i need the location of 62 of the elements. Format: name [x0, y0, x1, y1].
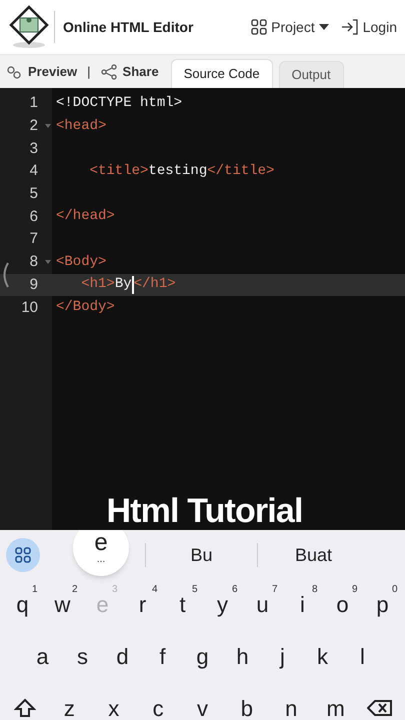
keyboard-key[interactable]: i 8	[282, 580, 322, 628]
key-preview-letter: e	[94, 531, 108, 555]
keyboard-key[interactable]: a	[22, 632, 62, 680]
keyboard-key[interactable]: c	[138, 684, 178, 720]
line-number: 4	[30, 162, 38, 180]
keyboard-key[interactable]: k	[302, 632, 342, 680]
keyboard-key[interactable]: t 5	[162, 580, 202, 628]
editor-tab[interactable]: Source Code	[170, 59, 273, 88]
keyboard-key[interactable]: h	[222, 632, 262, 680]
line-number: 2	[30, 117, 38, 134]
share-icon	[100, 64, 117, 80]
keyboard-key[interactable]: f	[142, 632, 182, 680]
keyboard-key[interactable]: v	[182, 684, 222, 720]
line-number: 10	[21, 298, 38, 316]
editor-tab[interactable]: Output	[278, 61, 344, 88]
grid-icon	[15, 547, 31, 563]
more-dots: ...	[96, 555, 106, 565]
keyboard-key[interactable]: m	[316, 684, 356, 720]
keyboard-key[interactable]: n	[271, 684, 312, 720]
login-button[interactable]: Login	[340, 16, 397, 38]
video-caption: Html Tutorial	[105, 494, 303, 528]
code-line: </Body>	[56, 298, 115, 318]
keyboard-key[interactable]: s	[62, 632, 102, 680]
code-line: </head>	[56, 207, 115, 226]
keyboard-key[interactable]: g	[182, 632, 222, 680]
code-line: <h1>By</h1>	[80, 274, 176, 296]
code-line: <title>testing</title>	[88, 162, 274, 181]
keyboard-key[interactable]: r 4	[122, 580, 162, 628]
line-number: 5	[30, 185, 38, 202]
word-suggestion[interactable]: Buat	[258, 542, 369, 568]
line-number: 1	[30, 94, 38, 112]
code-line: <Body>	[56, 252, 106, 272]
backspace-icon	[367, 699, 393, 717]
line-number: 8	[30, 253, 38, 270]
share-button[interactable]: Share	[100, 62, 159, 82]
line-number: 3	[30, 140, 38, 157]
word-suggestion[interactable]: Bu	[146, 542, 257, 568]
line-number: 7	[30, 230, 38, 248]
line-number: 6	[30, 208, 38, 225]
keyboard-key[interactable]: z	[49, 684, 90, 720]
login-icon	[340, 19, 359, 35]
gears-icon	[6, 64, 22, 78]
toolbar-separator: |	[87, 62, 91, 81]
code-editor[interactable]: 1 <!DOCTYPE html> 2 <head> 3 4 <title>testing</title> 5 6 </head> 7 8 <Body> 9 <h1>By</h1> 10 </Body> Html Tutorial	[0, 88, 405, 530]
code-line: <head>	[56, 116, 106, 136]
fold-arrow-icon[interactable]	[45, 124, 51, 128]
app-title: Online HTML Editor	[63, 18, 194, 36]
keyboard-key[interactable]: l	[342, 632, 382, 680]
keyboard-key[interactable]: d	[102, 632, 142, 680]
shift-icon	[14, 698, 36, 718]
caret-icon	[318, 24, 329, 30]
fold-arrow-icon[interactable]	[45, 260, 51, 264]
project-menu[interactable]: Project	[251, 16, 329, 38]
logo-icon	[8, 5, 50, 49]
line-number: 9	[30, 276, 38, 293]
keyboard-key[interactable]: j	[262, 632, 302, 680]
apps-button[interactable]	[6, 538, 40, 572]
preview-button[interactable]: Preview	[6, 62, 78, 82]
keyboard-key[interactable]: b	[226, 684, 267, 720]
grid-icon	[251, 19, 268, 35]
keyboard-key[interactable]: x	[94, 684, 134, 720]
code-line: <!DOCTYPE html>	[56, 94, 182, 113]
